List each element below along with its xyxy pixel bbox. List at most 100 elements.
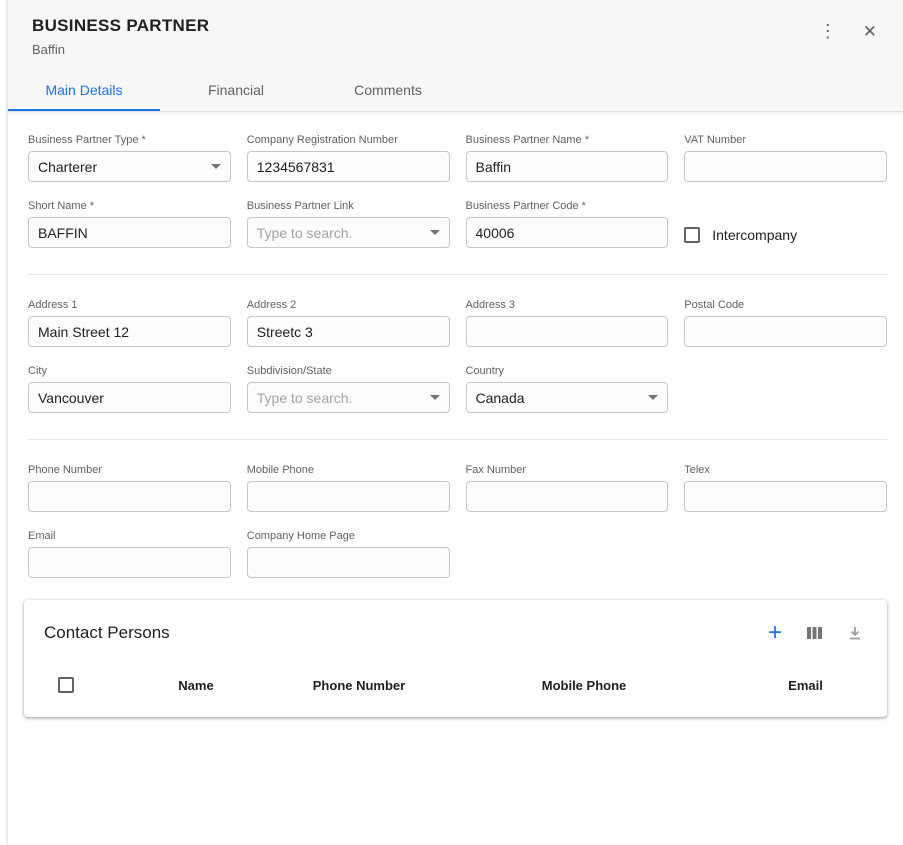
chevron-down-icon [430, 395, 440, 400]
mobile-phone-input[interactable] [247, 481, 450, 512]
field-postal-code: Postal Code [684, 299, 887, 347]
column-header-name: Name [118, 678, 274, 693]
field-company-registration-number: Company Registration Number [247, 134, 450, 182]
title-block: BUSINESS PARTNER Baffin [8, 0, 903, 61]
field-mobile-phone: Mobile Phone [247, 464, 450, 512]
page-title: BUSINESS PARTNER [32, 16, 879, 36]
contact-persons-actions: + [768, 621, 863, 645]
tab-bar: Main Details Financial Comments [8, 71, 903, 111]
section-divider [28, 439, 887, 440]
field-address-2: Address 2 [247, 299, 450, 347]
select-placeholder: Type to search. [257, 225, 353, 241]
header-actions: ⋮ ✕ [817, 20, 879, 42]
field-vat-number: VAT Number [684, 134, 887, 182]
field-label: Company Registration Number [247, 134, 450, 146]
telex-input[interactable] [684, 481, 887, 512]
subdivision-state-select[interactable]: Type to search. [247, 382, 450, 413]
field-label: Address 1 [28, 299, 231, 311]
field-label: Phone Number [28, 464, 231, 476]
close-icon[interactable]: ✕ [861, 21, 879, 42]
contact-persons-table-header: Name Phone Number Mobile Phone Email [24, 659, 887, 717]
column-header-mobile-phone: Mobile Phone [444, 678, 724, 693]
field-fax-number: Fax Number [466, 464, 669, 512]
company-home-page-input[interactable] [247, 547, 450, 578]
tab-main-details[interactable]: Main Details [8, 71, 160, 111]
country-select[interactable]: Canada [466, 382, 669, 413]
business-partner-code-input[interactable] [466, 217, 669, 248]
field-business-partner-name: Business Partner Name * [466, 134, 669, 182]
contact-info-section: Phone Number Mobile Phone Fax Number Tel… [8, 464, 903, 578]
more-options-icon[interactable]: ⋮ [817, 20, 839, 42]
spacer-cell [684, 530, 887, 578]
column-header-phone-number: Phone Number [274, 678, 444, 693]
select-all-checkbox[interactable] [58, 677, 74, 693]
short-name-input[interactable] [28, 217, 231, 248]
identity-section: Business Partner Type * Charterer Compan… [8, 134, 903, 248]
main-details-panel: Business Partner Type * Charterer Compan… [8, 112, 903, 845]
page-subtitle: Baffin [32, 42, 879, 57]
field-label: Address 2 [247, 299, 450, 311]
contact-persons-card: Contact Persons + [24, 600, 887, 717]
dialog-header: BUSINESS PARTNER Baffin ⋮ ✕ Main Details… [8, 0, 903, 112]
fax-number-input[interactable] [466, 481, 669, 512]
vat-number-input[interactable] [684, 151, 887, 182]
field-business-partner-link: Business Partner Link Type to search. [247, 200, 450, 248]
field-company-home-page: Company Home Page [247, 530, 450, 578]
chevron-down-icon [211, 164, 221, 169]
field-label: Subdivision/State [247, 365, 450, 377]
tab-comments[interactable]: Comments [312, 71, 464, 111]
postal-code-input[interactable] [684, 316, 887, 347]
select-placeholder: Type to search. [257, 390, 353, 406]
field-country: Country Canada [466, 365, 669, 413]
field-label: Business Partner Type * [28, 134, 231, 146]
field-city: City [28, 365, 231, 413]
address-2-input[interactable] [247, 316, 450, 347]
business-partner-type-select[interactable]: Charterer [28, 151, 231, 182]
spacer-cell [684, 365, 887, 413]
add-contact-person-icon[interactable]: + [768, 621, 782, 645]
business-partner-name-input[interactable] [466, 151, 669, 182]
column-header-email: Email [724, 678, 887, 693]
field-label: Short Name * [28, 200, 231, 212]
field-label: Company Home Page [247, 530, 450, 542]
intercompany-checkbox[interactable] [684, 227, 700, 243]
field-label: Fax Number [466, 464, 669, 476]
field-label: Business Partner Name * [466, 134, 669, 146]
field-label: Business Partner Code * [466, 200, 669, 212]
selected-value: Canada [476, 390, 525, 406]
field-label: Country [466, 365, 669, 377]
selected-value: Charterer [38, 159, 97, 175]
intercompany-label: Intercompany [712, 227, 797, 243]
field-address-3: Address 3 [466, 299, 669, 347]
tab-financial[interactable]: Financial [160, 71, 312, 111]
address-1-input[interactable] [28, 316, 231, 347]
email-input[interactable] [28, 547, 231, 578]
contact-persons-header: Contact Persons + [24, 600, 887, 659]
field-label: Mobile Phone [247, 464, 450, 476]
company-registration-number-input[interactable] [247, 151, 450, 182]
field-label: Email [28, 530, 231, 542]
address-section: Address 1 Address 2 Address 3 Postal Cod… [8, 299, 903, 413]
field-business-partner-code: Business Partner Code * [466, 200, 669, 248]
field-address-1: Address 1 [28, 299, 231, 347]
chevron-down-icon [648, 395, 658, 400]
field-short-name: Short Name * [28, 200, 231, 248]
section-divider [28, 274, 887, 275]
columns-icon[interactable] [806, 625, 823, 641]
field-label: VAT Number [684, 134, 887, 146]
chevron-down-icon [430, 230, 440, 235]
phone-number-input[interactable] [28, 481, 231, 512]
address-3-input[interactable] [466, 316, 669, 347]
field-email: Email [28, 530, 231, 578]
field-label: Postal Code [684, 299, 887, 311]
business-partner-link-select[interactable]: Type to search. [247, 217, 450, 248]
field-label: Telex [684, 464, 887, 476]
city-input[interactable] [28, 382, 231, 413]
download-icon[interactable] [847, 625, 863, 641]
field-subdivision-state: Subdivision/State Type to search. [247, 365, 450, 413]
field-label: City [28, 365, 231, 377]
field-phone-number: Phone Number [28, 464, 231, 512]
field-telex: Telex [684, 464, 887, 512]
contact-persons-title: Contact Persons [44, 623, 170, 643]
field-label: Business Partner Link [247, 200, 450, 212]
